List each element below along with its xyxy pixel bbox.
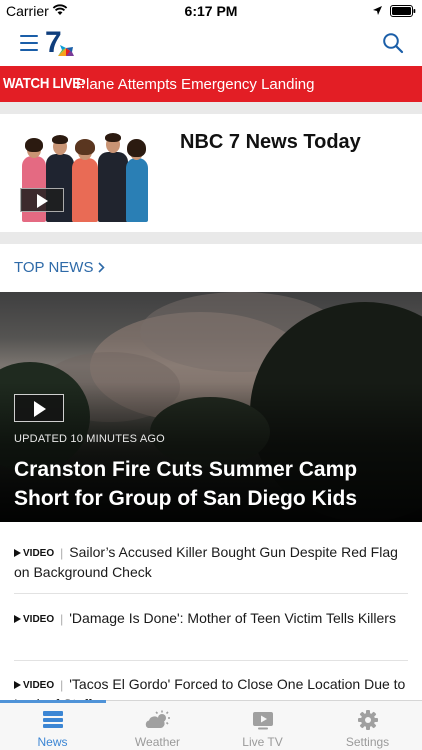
show-title: NBC 7 News Today bbox=[180, 131, 361, 153]
play-icon[interactable] bbox=[20, 188, 64, 212]
show-card[interactable]: NBC 7 News Today bbox=[0, 114, 422, 232]
section-divider bbox=[0, 232, 422, 244]
separator: | bbox=[60, 612, 64, 626]
show-thumbnail[interactable] bbox=[14, 126, 152, 222]
play-icon[interactable] bbox=[14, 394, 64, 422]
list-item[interactable]: VIDEO | Sailor’s Accused Killer Bought Gun… bbox=[14, 543, 408, 582]
search-icon[interactable] bbox=[382, 32, 404, 54]
menu-line bbox=[20, 42, 38, 44]
status-time: 6:17 PM bbox=[184, 3, 238, 19]
separator: | bbox=[60, 546, 64, 560]
divider bbox=[14, 593, 408, 594]
top-news-header: TOP NEWS bbox=[0, 244, 422, 292]
video-tag: VIDEO bbox=[14, 544, 54, 563]
tab-settings[interactable]: Settings bbox=[315, 701, 420, 750]
video-tag: VIDEO bbox=[14, 610, 54, 629]
video-tag: VIDEO bbox=[14, 676, 54, 695]
hero-story[interactable]: UPDATED 10 MINUTES AGO Cranston Fire Cut… bbox=[0, 292, 422, 522]
list-item[interactable]: VIDEO | 'Damage Is Done': Mother of Teen V… bbox=[14, 609, 408, 629]
article-title: 'Damage Is Done': Mother of Teen Victim … bbox=[69, 610, 396, 626]
nbc7-logo[interactable]: 7 bbox=[44, 26, 78, 60]
location-arrow-icon bbox=[373, 6, 382, 15]
tab-label: Settings bbox=[345, 735, 390, 749]
article-title: Sailor’s Accused Killer Bought Gun Despi… bbox=[14, 544, 398, 580]
watch-live-banner[interactable]: WATCH LIVE: Plane Attempts Emergency Lan… bbox=[0, 66, 422, 102]
nav-bar: 7 bbox=[0, 22, 422, 66]
tab-live-tv[interactable]: Live TV bbox=[210, 701, 315, 750]
logo-numeral: 7 bbox=[45, 26, 62, 59]
watch-live-headline: Plane Attempts Emergency Landing bbox=[76, 76, 315, 93]
gear-icon bbox=[358, 710, 378, 730]
section-divider bbox=[0, 102, 422, 114]
tab-bar: News Weather Live TV Settings bbox=[0, 700, 422, 750]
watch-live-tag: WATCH LIVE: bbox=[3, 75, 85, 92]
tab-label: Live TV bbox=[242, 735, 283, 749]
tab-news[interactable]: News bbox=[0, 701, 105, 750]
status-bar: Carrier 6:17 PM bbox=[0, 0, 422, 22]
hamburger-menu-icon[interactable] bbox=[20, 35, 38, 51]
top-news-link[interactable]: TOP NEWS bbox=[14, 259, 93, 276]
weather-icon bbox=[145, 710, 170, 728]
menu-line bbox=[20, 35, 38, 37]
live-tv-icon bbox=[253, 712, 273, 730]
hero-headline[interactable]: Cranston Fire Cuts Summer Camp Short for… bbox=[14, 455, 404, 513]
chevron-right-icon[interactable] bbox=[98, 262, 105, 273]
menu-line bbox=[20, 49, 38, 51]
news-icon bbox=[43, 711, 63, 728]
separator: | bbox=[60, 678, 64, 692]
tab-label: Weather bbox=[134, 735, 181, 749]
hero-updated-label: UPDATED 10 MINUTES AGO bbox=[14, 433, 165, 445]
divider bbox=[14, 660, 408, 661]
tab-label: News bbox=[37, 735, 68, 749]
tab-weather[interactable]: Weather bbox=[105, 701, 210, 750]
battery-icon bbox=[390, 5, 416, 17]
